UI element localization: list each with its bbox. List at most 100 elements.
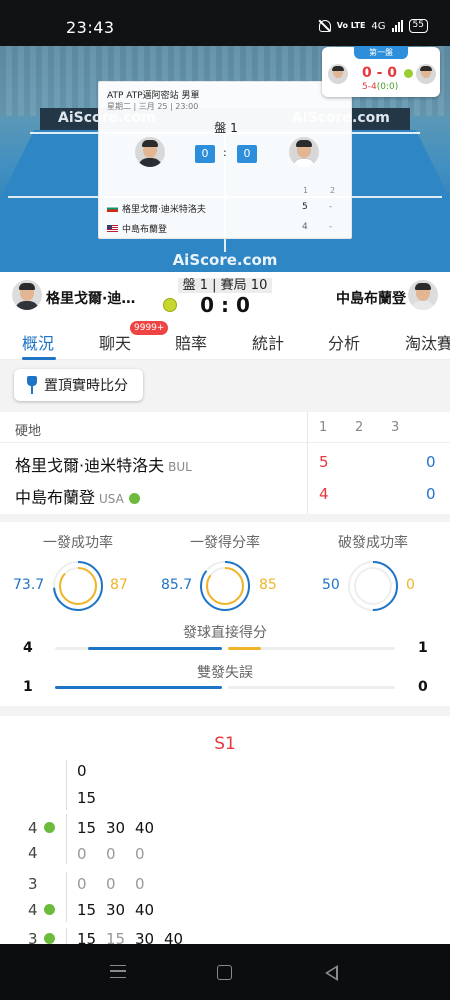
- player1-full-name: 格里戈爾·迪米特洛夫: [15, 456, 165, 475]
- game-score: 4: [28, 819, 38, 837]
- bar-label-double-faults: 雙發失誤: [197, 665, 253, 681]
- serve-ball-icon: [404, 69, 413, 78]
- tab-overview[interactable]: 概況: [22, 330, 54, 354]
- ring1-left-value: 73.7: [13, 577, 45, 593]
- mini-player1-avatar: [328, 64, 348, 84]
- player2-name[interactable]: 中島布蘭登: [336, 288, 406, 308]
- pin-button-label: 置頂實時比分: [44, 378, 128, 394]
- bulgaria-flag-icon: [107, 205, 118, 212]
- player1-points: 0: [426, 453, 436, 471]
- serving-icon: [128, 493, 140, 504]
- popup-score-left: 0: [195, 145, 215, 163]
- serve-stats: 一發成功率 一發得分率 破發成功率 73.7 87 85.7 85 50 0 發…: [0, 522, 450, 706]
- point-score: 30: [106, 901, 126, 919]
- mute-icon: [318, 20, 331, 32]
- tab-stats[interactable]: 統計: [252, 330, 284, 354]
- match-status-text: 盤 1 | 賽局 10: [177, 278, 273, 293]
- point-score: 30: [106, 819, 126, 837]
- ring3-right-value: 0: [406, 577, 415, 593]
- point-score: 15: [77, 901, 97, 919]
- popup-set-label: 盤 1: [214, 121, 238, 135]
- popup-date: 星期二 | 三月 25 | 23:00: [107, 102, 199, 111]
- tab-bar: 概況 聊天 9999+ 賠率 統計 分析 淘汰賽: [0, 320, 450, 360]
- popup-tournament: ATP ATP邁阿密站 男單: [107, 91, 200, 101]
- scoreboard-bar: 格里戈爾·迪… 盤 1 | 賽局 10 0 : 0 中島布蘭登: [0, 272, 450, 320]
- home-icon[interactable]: [217, 965, 232, 980]
- volte-icon: Vo LTE: [336, 21, 366, 30]
- system-nav-bar: [0, 944, 450, 1000]
- bar-df-right: 0: [418, 679, 428, 695]
- serve-check-icon: [44, 822, 55, 833]
- point-score: 0: [135, 875, 145, 893]
- player1-set1: 5: [319, 453, 329, 471]
- serve-check-icon: [44, 933, 55, 944]
- bar-aces-left: 4: [23, 640, 33, 656]
- tab-analysis[interactable]: 分析: [328, 330, 360, 354]
- ring3-chart: [347, 560, 399, 612]
- point-score: 15: [77, 789, 97, 807]
- game-score: 3: [28, 875, 38, 893]
- point-score: 0: [77, 845, 87, 863]
- bar-aces-right-fill: [228, 647, 262, 650]
- bar-df-right-track: [228, 686, 395, 689]
- point-score: 15: [106, 930, 126, 944]
- point-score: 0: [135, 845, 145, 863]
- ring3-left-value: 50: [322, 577, 340, 593]
- stat-label-first-serve-in: 一發成功率: [43, 535, 113, 551]
- menu-icon[interactable]: [110, 965, 126, 978]
- popup-p2-set2: -: [329, 222, 333, 232]
- popup-row-player2: 中島布蘭登: [107, 222, 167, 235]
- stat-label-first-serve-won: 一發得分率: [190, 535, 260, 551]
- section-gap: [0, 706, 450, 716]
- game-score: 3: [28, 930, 38, 944]
- popup-row-player1: 格里戈爾·迪米特洛夫: [107, 202, 206, 215]
- pin-icon: [26, 376, 38, 394]
- tab-knockout[interactable]: 淘汰賽: [405, 330, 450, 354]
- tab-chat[interactable]: 聊天: [99, 330, 131, 354]
- popup-p1-set2: -: [329, 202, 333, 212]
- game-divider: [66, 760, 67, 810]
- match-popup-card: ATP ATP邁阿密站 男單 星期二 | 三月 25 | 23:00 盤 1 0…: [98, 81, 352, 239]
- popup-player2-avatar: [289, 137, 319, 167]
- table-column-divider: [307, 412, 308, 514]
- popup-p2-set1: 4: [302, 222, 308, 232]
- point-score: 0: [77, 762, 87, 780]
- back-icon[interactable]: [325, 965, 338, 981]
- mini-sub-score: 5-4(0:0): [362, 82, 398, 92]
- bar-aces-right: 1: [418, 640, 428, 656]
- ring2-chart: [199, 560, 251, 612]
- ring1-right-value: 87: [110, 577, 128, 593]
- player2-avatar[interactable]: [408, 280, 438, 310]
- point-score: 0: [106, 845, 116, 863]
- player2-points: 0: [426, 485, 436, 503]
- stat-label-break-points: 破發成功率: [338, 535, 408, 551]
- mini-set-tag: 第一盤: [354, 46, 408, 59]
- court-watermark: AiScore.com: [172, 251, 278, 269]
- point-score: 40: [135, 901, 155, 919]
- bar-aces-right-track: [228, 647, 395, 650]
- serve-check-icon: [44, 904, 55, 915]
- mini-scoreboard[interactable]: 第一盤 0 - 0 5-4(0:0): [322, 46, 440, 97]
- table-divider: [0, 442, 450, 443]
- usa-flag-icon: [107, 225, 118, 232]
- signal-icon: [391, 20, 403, 32]
- bar-df-left-fill: [55, 686, 222, 689]
- mini-point-score: (0:0): [376, 82, 399, 92]
- point-score: 40: [164, 930, 184, 944]
- pin-area: 置頂實時比分: [0, 360, 450, 412]
- tab-odds[interactable]: 賠率: [175, 330, 207, 354]
- bar-df-left: 1: [23, 679, 33, 695]
- popup-col-header-1: 1: [303, 186, 309, 195]
- ring1-right-arc: [59, 567, 97, 605]
- popup-colon: :: [223, 146, 227, 159]
- status-time: 23:43: [66, 18, 115, 37]
- point-score: 0: [77, 875, 87, 893]
- game-divider: [66, 928, 67, 944]
- pin-live-score-button[interactable]: 置頂實時比分: [14, 369, 143, 401]
- mini-score: 0 - 0: [362, 65, 398, 81]
- chat-badge: 9999+: [130, 321, 169, 335]
- battery-icon: 55: [408, 19, 428, 33]
- popup-score-right: 0: [237, 145, 257, 163]
- app-root: 23:43 Vo LTE 4G 55 AiScore.com AiScore.c…: [0, 0, 450, 1000]
- game-score: 4: [28, 844, 38, 862]
